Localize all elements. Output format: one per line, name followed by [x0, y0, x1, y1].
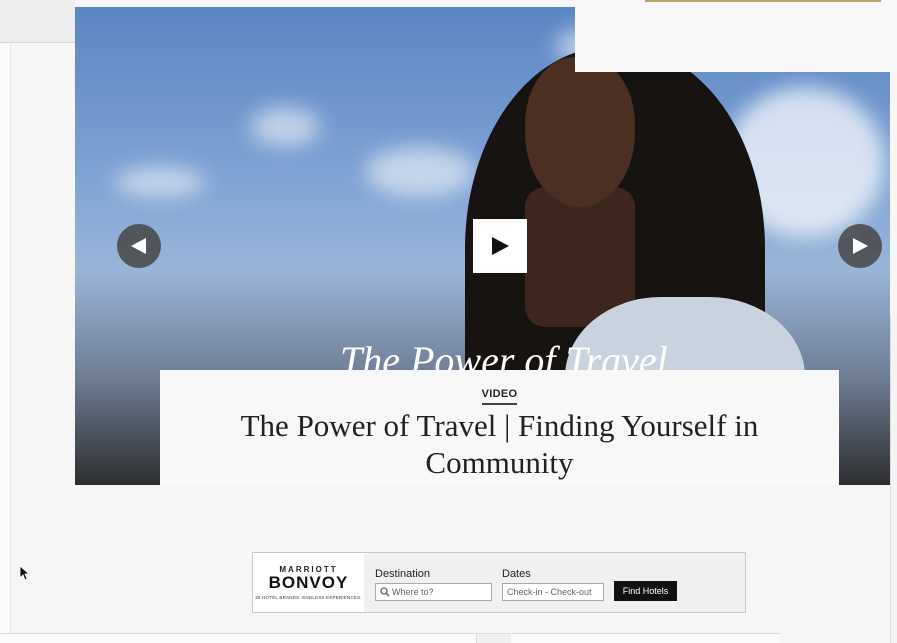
destination-label: Destination	[375, 568, 431, 580]
find-hotels-button[interactable]: Find Hotels	[614, 581, 677, 601]
dates-placeholder: Check-in - Check-out	[507, 587, 592, 597]
video-tag: VIDEO	[481, 388, 518, 405]
top-right-card	[575, 0, 897, 72]
destination-placeholder: Where to?	[392, 587, 434, 597]
next-slide-button[interactable]	[838, 224, 882, 268]
destination-input[interactable]: Where to?	[375, 583, 492, 601]
cloud	[365, 147, 475, 197]
logo-tagline: 30 HOTEL BRANDS. ENDLESS EXPERIENCES.	[255, 595, 362, 600]
top-left-panel	[0, 0, 75, 43]
search-icon	[380, 587, 390, 597]
hotel-booking-widget: MARRIOTT BONVOY 30 HOTEL BRANDS. ENDLESS…	[252, 552, 746, 613]
video-title[interactable]: The Power of Travel | Finding Yourself i…	[220, 407, 779, 481]
dates-input[interactable]: Check-in - Check-out	[502, 583, 604, 601]
page: The Power of Travel VIDEO The Power of T…	[0, 0, 897, 643]
play-icon	[492, 237, 509, 255]
dates-label: Dates	[502, 568, 531, 580]
mouse-cursor-icon	[19, 565, 29, 581]
marriott-bonvoy-logo: MARRIOTT BONVOY 30 HOTEL BRANDS. ENDLESS…	[253, 553, 364, 612]
logo-main-text: BONVOY	[268, 573, 349, 592]
bottom-panel-segment	[476, 634, 511, 643]
previous-slide-button[interactable]	[117, 224, 161, 268]
bottom-panel	[0, 633, 780, 643]
right-edge-panel	[890, 315, 897, 643]
cloud	[115, 167, 205, 197]
left-edge-panel	[0, 0, 11, 643]
card-image-edge	[645, 0, 881, 2]
chevron-right-icon	[853, 238, 868, 254]
video-caption-card: VIDEO The Power of Travel | Finding Your…	[160, 370, 839, 485]
chevron-left-icon	[131, 238, 146, 254]
play-video-button[interactable]	[473, 219, 527, 273]
face	[525, 57, 635, 207]
cloud	[250, 107, 320, 147]
